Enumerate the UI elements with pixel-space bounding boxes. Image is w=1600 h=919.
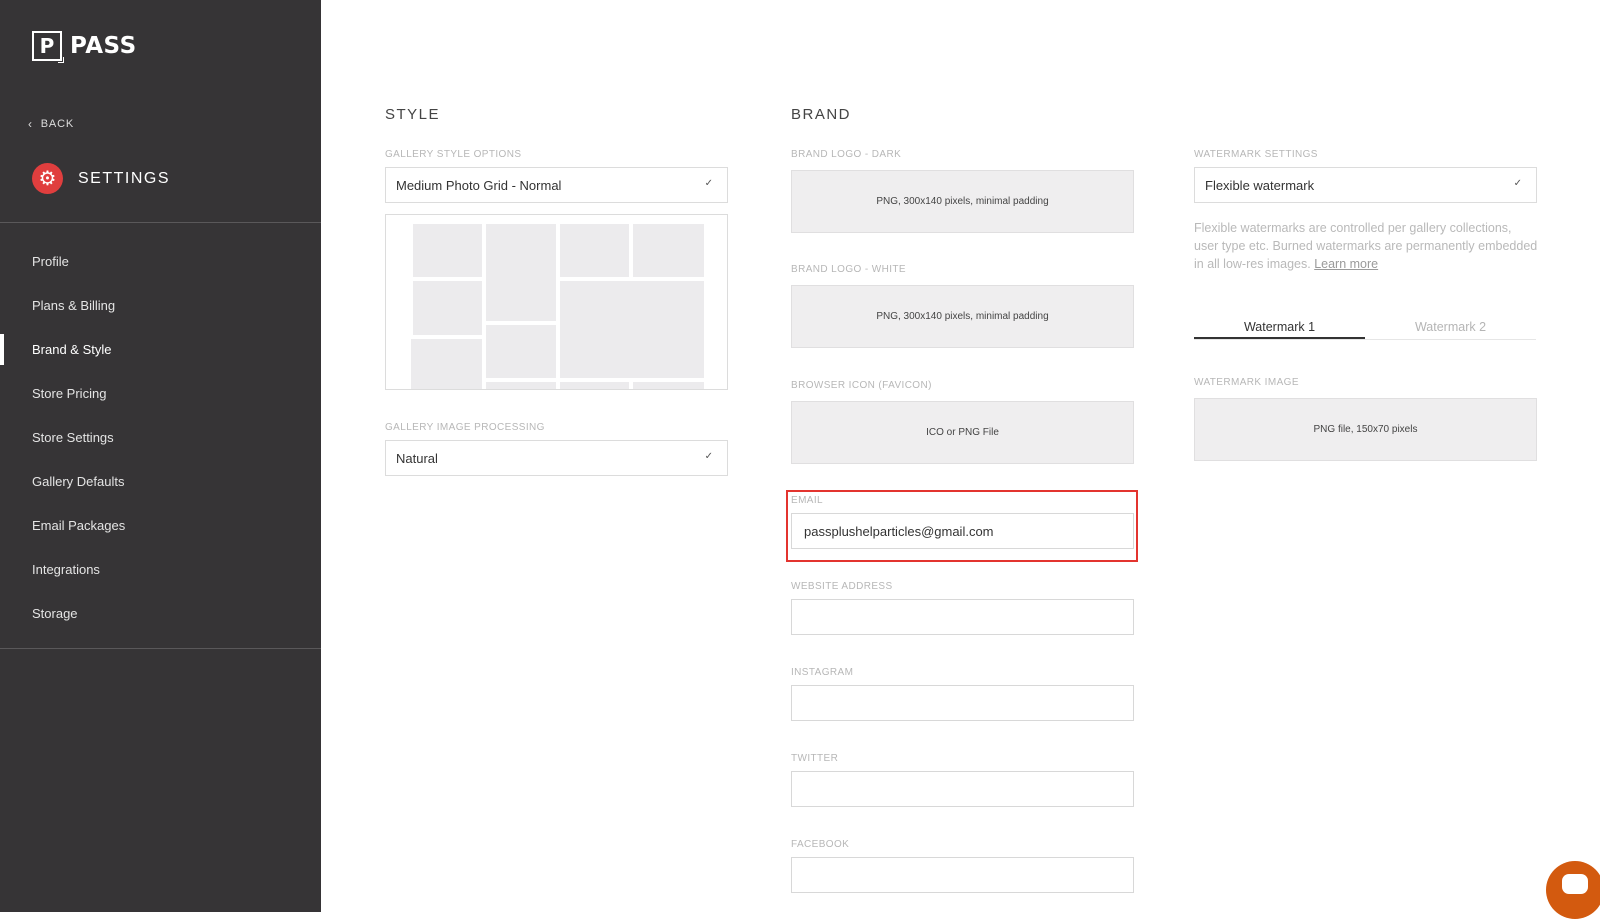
gear-icon: ⚙ xyxy=(32,163,63,194)
tab-watermark-1[interactable]: Watermark 1 xyxy=(1194,314,1365,339)
watermark-settings-value: Flexible watermark xyxy=(1205,177,1315,193)
logo-dark-label: BRAND LOGO - DARK xyxy=(791,149,902,160)
settings-header: ⚙ SETTINGS xyxy=(32,163,170,194)
logo-mark: P xyxy=(32,31,64,63)
sidebar-item-profile[interactable]: Profile xyxy=(0,239,321,283)
style-section-title: STYLE xyxy=(385,106,441,123)
preview-tile xyxy=(486,325,556,378)
gallery-style-preview xyxy=(385,214,728,390)
preview-tile xyxy=(486,382,556,389)
logo-text: PASS xyxy=(70,33,137,59)
watermark-tabs: Watermark 1 Watermark 2 xyxy=(1194,314,1536,340)
facebook-field[interactable] xyxy=(791,857,1134,893)
logo-white-upload[interactable]: PNG, 300x140 pixels, minimal padding xyxy=(791,285,1134,348)
checkmark-icon: ✓ xyxy=(704,451,713,462)
preview-tile xyxy=(486,224,556,321)
image-processing-select[interactable]: Natural ✓ xyxy=(385,440,728,476)
sidebar: P PASS ‹ BACK ⚙ SETTINGS Profile Plans &… xyxy=(0,0,321,912)
twitter-label: TWITTER xyxy=(791,753,839,764)
instagram-label: INSTAGRAM xyxy=(791,667,854,678)
sidebar-item-store-settings[interactable]: Store Settings xyxy=(0,415,321,459)
settings-title: SETTINGS xyxy=(78,169,171,187)
back-label: BACK xyxy=(40,118,74,130)
back-link[interactable]: ‹ BACK xyxy=(28,117,74,131)
watermark-image-label: WATERMARK IMAGE xyxy=(1194,377,1299,388)
sidebar-divider-bottom xyxy=(0,648,321,649)
instagram-field[interactable] xyxy=(791,685,1134,721)
learn-more-link[interactable]: Learn more xyxy=(1314,257,1378,271)
checkmark-icon: ✓ xyxy=(1513,178,1522,189)
sidebar-nav: Profile Plans & Billing Brand & Style St… xyxy=(0,239,321,635)
sidebar-item-integrations[interactable]: Integrations xyxy=(0,547,321,591)
sidebar-item-plans-billing[interactable]: Plans & Billing xyxy=(0,283,321,327)
email-field[interactable]: passplushelparticles@gmail.com xyxy=(791,513,1134,549)
preview-tile xyxy=(560,382,629,389)
image-processing-label: GALLERY IMAGE PROCESSING xyxy=(385,422,545,433)
preview-tile xyxy=(560,281,704,378)
image-processing-value: Natural xyxy=(396,450,438,466)
watermark-image-upload[interactable]: PNG file, 150x70 pixels xyxy=(1194,398,1537,461)
checkmark-icon: ✓ xyxy=(704,178,713,189)
sidebar-divider-top xyxy=(0,222,321,223)
tab-watermark-2[interactable]: Watermark 2 xyxy=(1365,314,1536,339)
chat-bubble-icon xyxy=(1562,874,1588,894)
logo-white-label: BRAND LOGO - WHITE xyxy=(791,264,906,275)
gallery-style-value: Medium Photo Grid - Normal xyxy=(396,177,562,193)
sidebar-item-brand-style[interactable]: Brand & Style xyxy=(0,327,321,371)
gallery-style-label: GALLERY STYLE OPTIONS xyxy=(385,149,522,160)
brand-section-title: BRAND xyxy=(791,106,852,123)
sidebar-item-email-packages[interactable]: Email Packages xyxy=(0,503,321,547)
facebook-label: FACEBOOK xyxy=(791,839,850,850)
twitter-field[interactable] xyxy=(791,771,1134,807)
favicon-label: BROWSER ICON (FAVICON) xyxy=(791,380,932,391)
watermark-description: Flexible watermarks are controlled per g… xyxy=(1194,219,1539,273)
favicon-upload[interactable]: ICO or PNG File xyxy=(791,401,1134,464)
preview-tile xyxy=(633,224,704,277)
sidebar-item-gallery-defaults[interactable]: Gallery Defaults xyxy=(0,459,321,503)
website-label: WEBSITE ADDRESS xyxy=(791,581,893,592)
chat-widget-button[interactable] xyxy=(1546,861,1600,919)
website-field[interactable] xyxy=(791,599,1134,635)
preview-tile xyxy=(413,281,482,335)
preview-tile xyxy=(413,224,482,277)
logo-dark-upload[interactable]: PNG, 300x140 pixels, minimal padding xyxy=(791,170,1134,233)
pass-logo[interactable]: P PASS xyxy=(32,31,137,63)
preview-tile xyxy=(560,224,629,277)
preview-tile xyxy=(633,382,704,389)
watermark-settings-select[interactable]: Flexible watermark ✓ xyxy=(1194,167,1537,203)
chevron-left-icon: ‹ xyxy=(28,117,33,131)
preview-tile xyxy=(411,339,482,389)
gallery-style-select[interactable]: Medium Photo Grid - Normal ✓ xyxy=(385,167,728,203)
watermark-settings-label: WATERMARK SETTINGS xyxy=(1194,149,1318,160)
email-label: EMAIL xyxy=(791,495,824,506)
sidebar-item-storage[interactable]: Storage xyxy=(0,591,321,635)
sidebar-item-store-pricing[interactable]: Store Pricing xyxy=(0,371,321,415)
